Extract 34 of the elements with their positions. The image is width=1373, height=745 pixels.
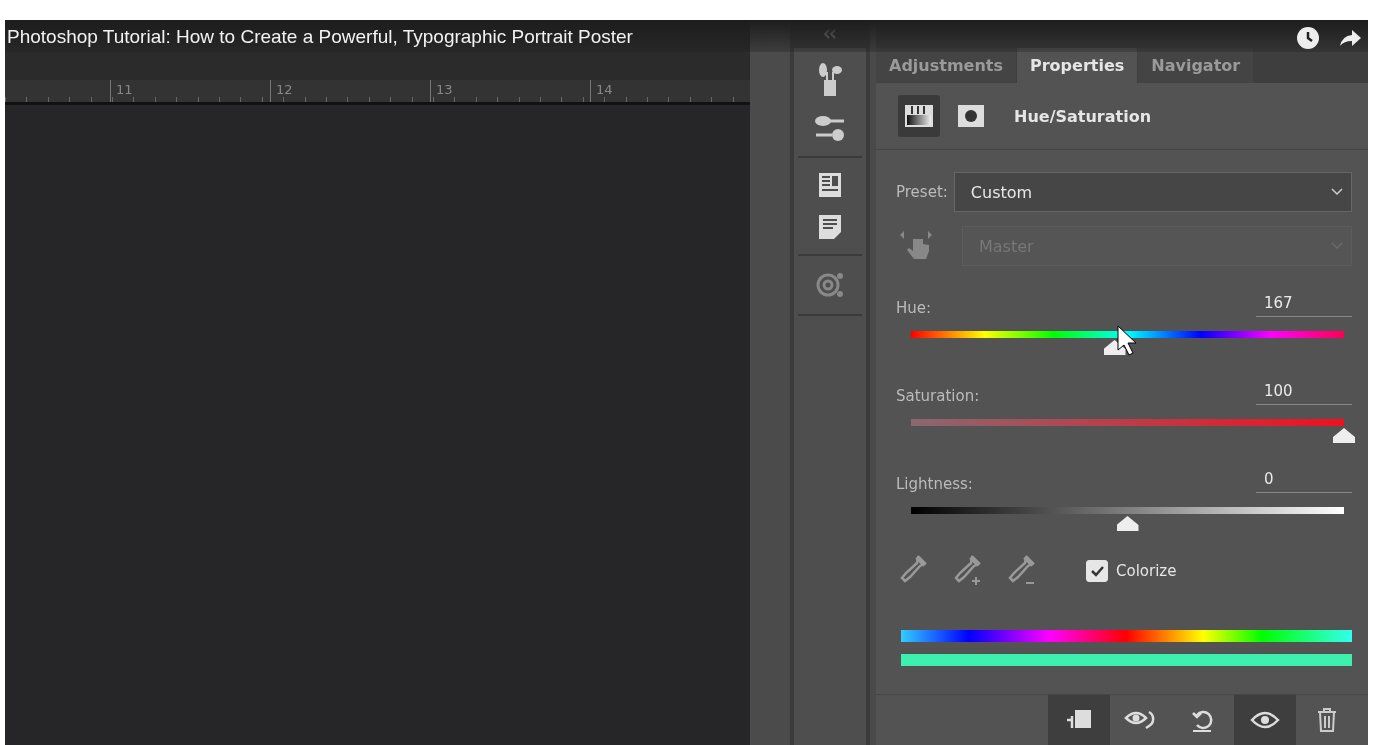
pointer-cursor-icon [1116,325,1139,357]
slider-label: Lightness: [896,475,973,493]
checkmark-icon [1090,565,1104,577]
sliders-icon[interactable] [814,114,846,142]
layout-icon[interactable] [818,172,842,198]
preset-dropdown[interactable]: Custom [953,172,1352,212]
video-title: Photoshop Tutorial: How to Create a Powerful, Typographic Portrait Poster [7,26,633,48]
slider-value[interactable]: 100 [1256,382,1352,405]
ruler-number: 13 [430,80,590,102]
slider-label: Saturation: [896,387,980,405]
panel-tab[interactable]: Navigator [1138,48,1254,83]
mask-icon [958,105,984,127]
footer-button[interactable] [1048,695,1110,745]
adjustment-mode-button[interactable] [898,95,940,137]
slider-value[interactable]: 0 [1256,470,1352,493]
colorize-label: Colorize [1116,562,1177,580]
eye-icon [1250,710,1280,730]
slider-label: Hue: [896,299,932,317]
ruler-number: 12 [270,80,430,102]
chevron-icon [1331,188,1343,196]
document-icon[interactable] [818,214,842,240]
preset-label: Preset: [896,183,948,201]
colorize-checkbox[interactable] [1086,560,1108,582]
slider-thumb[interactable] [1116,516,1139,531]
clock-icon[interactable] [1296,26,1320,50]
slider-value[interactable]: 167 [1256,294,1352,317]
trash-icon [1316,707,1338,733]
adjustment-title: Hue/Saturation [1014,106,1152,126]
slider-thumb[interactable] [1333,428,1355,443]
ruler-number: 11 [110,80,270,102]
panel-tab[interactable]: Adjustments [876,48,1016,83]
panel-tab[interactable]: Properties [1016,48,1138,83]
gradient-grid-icon [904,104,934,128]
footer-button[interactable] [1234,695,1296,745]
